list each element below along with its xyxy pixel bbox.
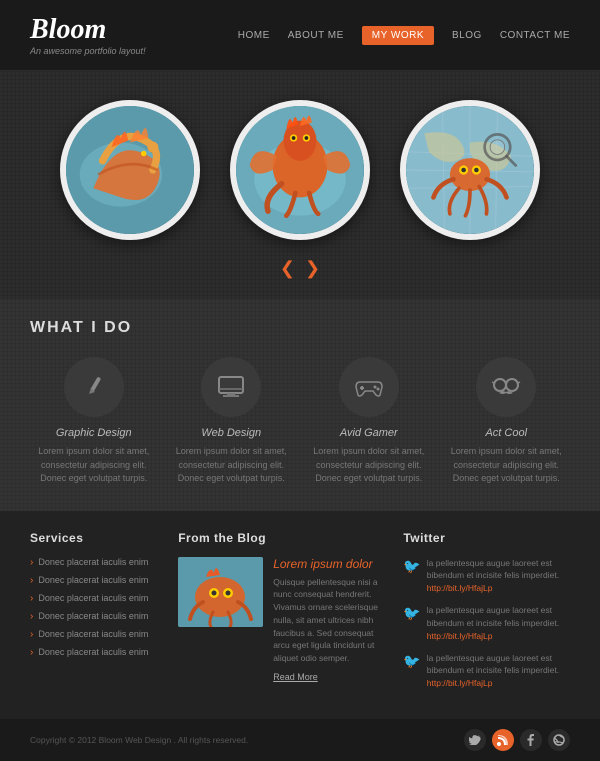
nav-contact[interactable]: CONTACT ME: [500, 30, 570, 41]
what-item-web-text: Lorem ipsum dolor sit amet, consectetur …: [168, 445, 296, 486]
social-facebook-icon[interactable]: [520, 729, 542, 751]
tweet-text-2: la pellentesque augue laoreet est bibend…: [427, 604, 570, 642]
service-label-2: Donec placerat iaculis enim: [38, 575, 148, 585]
service-label-5: Donec placerat iaculis enim: [38, 629, 148, 639]
service-link-2[interactable]: › Donec placerat iaculis enim: [30, 575, 158, 586]
social-icons: [464, 729, 570, 751]
web-design-icon-circle: [201, 357, 261, 417]
tweet-text-1: la pellentesque augue laoreet est bibend…: [427, 557, 570, 595]
arrow-icon-5: ›: [30, 629, 33, 640]
logo-area: Bloom An awesome portfolio layout!: [30, 14, 146, 56]
twitter-icon-1: 🐦: [403, 558, 420, 595]
blog-title: From the Blog: [178, 531, 383, 545]
footer-bottom: Copyright © 2012 Bloom Web Design . All …: [0, 719, 600, 761]
what-item-graphic: Graphic Design Lorem ipsum dolor sit ame…: [30, 357, 158, 486]
portfolio-item-1[interactable]: [60, 100, 200, 240]
blog-thumbnail[interactable]: [178, 557, 263, 627]
service-link-5[interactable]: › Donec placerat iaculis enim: [30, 629, 158, 640]
mustache-glasses-icon: [491, 375, 521, 399]
blog-post-title[interactable]: Lorem ipsum dolor: [273, 557, 383, 571]
service-link-3[interactable]: › Donec placerat iaculis enim: [30, 593, 158, 604]
what-i-do-section: WHAT I DO Graphic Design Lorem ipsum dol…: [0, 299, 600, 511]
what-grid: Graphic Design Lorem ipsum dolor sit ame…: [30, 357, 570, 486]
cool-icon-circle: [476, 357, 536, 417]
prev-arrow[interactable]: ❮: [280, 258, 295, 279]
portfolio-circles: [60, 100, 540, 240]
what-item-cool-title: Act Cool: [443, 427, 571, 439]
main-nav: HOME ABOUT ME MY WORK BLOG CONTACT ME: [238, 26, 570, 45]
portfolio-item-3[interactable]: [400, 100, 540, 240]
copyright: Copyright © 2012 Bloom Web Design . All …: [30, 735, 248, 745]
blog-text-area: Lorem ipsum dolor Quisque pellentesque n…: [273, 557, 383, 683]
tweet-link-2[interactable]: http://bit.ly/HfajLp: [427, 631, 493, 641]
services-title: Services: [30, 531, 158, 545]
twitter-title: Twitter: [403, 531, 570, 545]
tweet-link-3[interactable]: http://bit.ly/HfajLp: [427, 678, 493, 688]
twitter-icon-3: 🐦: [403, 653, 420, 690]
tweet-1: 🐦 la pellentesque augue laoreet est bibe…: [403, 557, 570, 595]
arrow-icon-4: ›: [30, 611, 33, 622]
what-item-web-title: Web Design: [168, 427, 296, 439]
what-item-cool: Act Cool Lorem ipsum dolor sit amet, con…: [443, 357, 571, 486]
service-label-1: Donec placerat iaculis enim: [38, 557, 148, 567]
portfolio-item-2[interactable]: [230, 100, 370, 240]
hero-section: ❮ ❯: [0, 70, 600, 299]
what-item-gamer-text: Lorem ipsum dolor sit amet, consectetur …: [305, 445, 433, 486]
arrow-icon-3: ›: [30, 593, 33, 604]
footer-content: Services › Donec placerat iaculis enim ›…: [0, 511, 600, 720]
nav-mywork[interactable]: MY WORK: [362, 26, 434, 45]
blog-inner: Lorem ipsum dolor Quisque pellentesque n…: [178, 557, 383, 683]
blog-col: From the Blog Lorem ipsum d: [178, 531, 383, 700]
arrow-icon-1: ›: [30, 557, 33, 568]
logo: Bloom: [30, 14, 146, 46]
tweet-2: 🐦 la pellentesque augue laoreet est bibe…: [403, 604, 570, 642]
service-link-6[interactable]: › Donec placerat iaculis enim: [30, 647, 158, 658]
service-label-3: Donec placerat iaculis enim: [38, 593, 148, 603]
twitter-icon-2: 🐦: [403, 605, 420, 642]
section-title: WHAT I DO: [30, 319, 570, 337]
what-item-graphic-title: Graphic Design: [30, 427, 158, 439]
social-twitter-icon[interactable]: [464, 729, 486, 751]
what-item-gamer: Avid Gamer Lorem ipsum dolor sit amet, c…: [305, 357, 433, 486]
what-item-web: Web Design Lorem ipsum dolor sit amet, c…: [168, 357, 296, 486]
tagline: An awesome portfolio layout!: [30, 46, 146, 56]
monitor-icon: [217, 375, 245, 399]
tweet-3: 🐦 la pellentesque augue laoreet est bibe…: [403, 652, 570, 690]
social-rss-icon[interactable]: [492, 729, 514, 751]
services-col: Services › Donec placerat iaculis enim ›…: [30, 531, 158, 700]
twitter-col: Twitter 🐦 la pellentesque augue laoreet …: [403, 531, 570, 700]
read-more-link[interactable]: Read More: [273, 672, 318, 682]
service-link-4[interactable]: › Donec placerat iaculis enim: [30, 611, 158, 622]
tweet-text-3: la pellentesque augue laoreet est bibend…: [427, 652, 570, 690]
graphic-design-icon-circle: [64, 357, 124, 417]
tweet-link-1[interactable]: http://bit.ly/HfajLp: [427, 583, 493, 593]
service-link-1[interactable]: › Donec placerat iaculis enim: [30, 557, 158, 568]
service-label-6: Donec placerat iaculis enim: [38, 647, 148, 657]
nav-about[interactable]: ABOUT ME: [288, 30, 344, 41]
service-label-4: Donec placerat iaculis enim: [38, 611, 148, 621]
nav-home[interactable]: HOME: [238, 30, 270, 41]
next-arrow[interactable]: ❯: [305, 258, 320, 279]
pencil-icon: [81, 374, 107, 400]
blog-post-body: Quisque pellentesque nisi a nunc consequ…: [273, 576, 383, 665]
gamer-icon-circle: [339, 357, 399, 417]
header: Bloom An awesome portfolio layout! HOME …: [0, 0, 600, 70]
what-item-cool-text: Lorem ipsum dolor sit amet, consectetur …: [443, 445, 571, 486]
nav-blog[interactable]: BLOG: [452, 30, 482, 41]
slider-arrows: ❮ ❯: [280, 258, 320, 279]
social-dribbble-icon[interactable]: [548, 729, 570, 751]
arrow-icon-6: ›: [30, 647, 33, 658]
what-item-graphic-text: Lorem ipsum dolor sit amet, consectetur …: [30, 445, 158, 486]
what-item-gamer-title: Avid Gamer: [305, 427, 433, 439]
arrow-icon-2: ›: [30, 575, 33, 586]
gamepad-icon: [355, 377, 383, 397]
